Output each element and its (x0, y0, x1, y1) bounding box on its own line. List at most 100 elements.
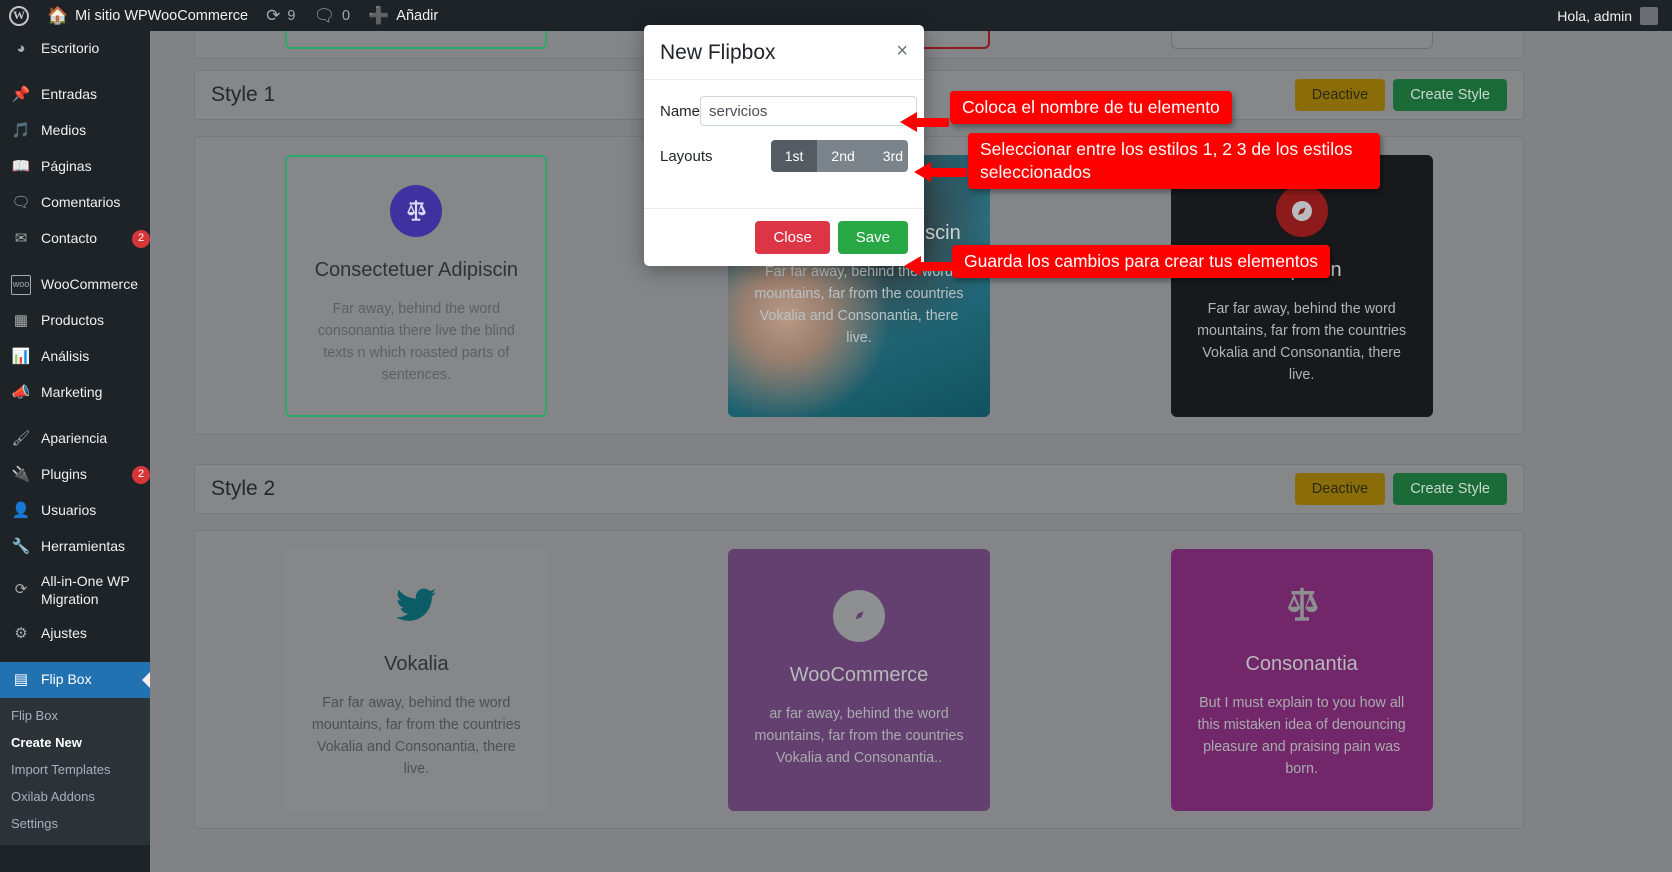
flipbox-card-5[interactable]: WooCommerce ar far away, behind the word… (727, 548, 990, 811)
sidebar-item-label: Medios (41, 122, 87, 139)
submenu-item-flip-box[interactable]: Flip Box (0, 702, 150, 729)
flipbox-card-3[interactable]: Adipiscin Far far away, behind the word … (1170, 154, 1433, 417)
updates-menu[interactable]: ⟳ 9 (257, 0, 304, 31)
style-2-header: Style 2 Deactive Create Style (194, 464, 1524, 514)
close-icon[interactable]: × (896, 41, 908, 61)
annotation-arrow-layouts (914, 162, 967, 184)
sidebar-item-label: Herramientas (41, 538, 126, 555)
brush-icon: 🖌 (11, 429, 31, 447)
updates-count: 9 (287, 7, 296, 24)
card-text: Far away, behind the word consonantia th… (317, 300, 515, 384)
home-icon: 🏠 (47, 6, 69, 25)
sidebar-item-paginas[interactable]: 📖 Páginas (0, 149, 150, 185)
site-name-label: Mi sitio WPWooCommerce (75, 7, 249, 24)
flip-box-submenu: Flip Box Create New Import Templates Oxi… (0, 698, 150, 845)
submenu-item-import-templates[interactable]: Import Templates (0, 756, 150, 783)
name-row: Name (660, 96, 918, 126)
sidebar-item-marketing[interactable]: 📣 Marketing (0, 375, 150, 411)
sidebar-item-all-in-one-wp-migration[interactable]: ⟳ All-in-One WP Migration (0, 565, 150, 616)
page-title: Style 1 (211, 83, 276, 106)
menu-separator (0, 411, 150, 421)
sidebar-item-label: Análisis (41, 348, 90, 365)
sidebar-item-plugins[interactable]: 🔌 Plugins 2 (0, 457, 150, 493)
comments-count: 0 (342, 7, 351, 24)
create-style-button-style-2[interactable]: Create Style (1393, 473, 1507, 505)
sidebar-item-label: Plugins (41, 466, 87, 483)
annotation-arrow-save (904, 256, 953, 278)
layout-option-2nd[interactable]: 2nd (817, 140, 869, 172)
compass-icon (832, 589, 885, 642)
card-text: ar far away, behind the word mountains, … (754, 705, 964, 767)
sidebar-item-label: Ajustes (41, 625, 87, 642)
collapse-menu-button[interactable]: ◀ Cerrar menú (0, 865, 150, 872)
sidebar-item-label: Entradas (41, 86, 98, 103)
flipbox-card-1[interactable]: Consectetuer Adipiscin Far away, behind … (285, 154, 548, 417)
create-style-button-style-1[interactable]: Create Style (1393, 79, 1507, 111)
sidebar-item-entradas[interactable]: 📌 Entradas (0, 77, 150, 113)
new-content-label: Añadir (396, 7, 439, 24)
pin-icon: 📌 (11, 85, 31, 103)
updates-icon: ⟳ (266, 6, 281, 25)
avatar (1640, 6, 1658, 25)
menu-separator (0, 67, 150, 77)
sidebar-item-flip-box[interactable]: ▤ Flip Box (0, 662, 150, 698)
mail-icon: ✉ (14, 229, 28, 247)
card-title: Vokalia (384, 652, 449, 675)
sidebar-item-analisis[interactable]: 📊 Análisis (0, 339, 150, 375)
menu-separator (0, 652, 150, 662)
card-partial[interactable] (285, 31, 548, 49)
sidebar-item-productos[interactable]: ▦ Productos (0, 303, 150, 339)
site-name-menu[interactable]: 🏠 Mi sitio WPWooCommerce (38, 0, 257, 31)
flipbox-card-6[interactable]: Consonantia But I must explain to you ho… (1170, 548, 1433, 811)
sidebar-item-label: Escritorio (41, 40, 100, 57)
sidebar-item-ajustes[interactable]: ⚙ Ajustes (0, 616, 150, 652)
deactive-button-style-2[interactable]: Deactive (1294, 473, 1386, 505)
sidebar-item-usuarios[interactable]: 👤 Usuarios (0, 493, 150, 529)
sidebar-item-apariencia[interactable]: 🖌 Apariencia (0, 421, 150, 457)
balance-scale-icon (1276, 579, 1328, 631)
sidebar-item-label: WooCommerce (41, 276, 138, 293)
sidebar-item-label: Usuarios (41, 502, 97, 519)
sidebar-item-label: All-in-One WP Migration (41, 573, 130, 607)
twitter-icon (390, 579, 442, 631)
close-button[interactable]: Close (755, 221, 830, 254)
sidebar-item-label: Páginas (41, 158, 92, 175)
pages-icon: 📖 (11, 157, 31, 175)
status-badge: 2 (132, 466, 150, 484)
submenu-item-create-new[interactable]: Create New (0, 729, 150, 756)
flipbox-card-4[interactable]: Vokalia Far far away, behind the word mo… (285, 548, 548, 811)
card-title: Consectetuer Adipiscin (314, 258, 519, 281)
annotation-layouts: Seleccionar entre los estilos 1, 2 3 de … (968, 133, 1380, 190)
layout-option-3rd[interactable]: 3rd (868, 140, 908, 172)
modal-footer: Close Save (644, 208, 924, 266)
new-content-menu[interactable]: ➕ Añadir (359, 0, 447, 31)
name-input[interactable] (700, 96, 918, 126)
card-partial[interactable] (1170, 31, 1433, 49)
save-button[interactable]: Save (837, 221, 908, 254)
card-text: But I must explain to you how all this m… (1197, 694, 1406, 778)
wordpress-logo-icon: W (9, 5, 29, 26)
comments-menu[interactable]: 🗨 0 (304, 0, 359, 31)
compass-icon (1275, 184, 1328, 237)
sidebar-item-contacto[interactable]: ✉ Contacto 2 (0, 221, 150, 257)
annotation-arrow-name (900, 112, 949, 134)
dashboard-icon: ◕ (16, 39, 26, 57)
wrench-icon: 🔧 (11, 537, 31, 555)
sidebar-item-escritorio[interactable]: ◕ Escritorio (0, 31, 150, 67)
sidebar-item-medios[interactable]: 🎵 Medios (0, 113, 150, 149)
submenu-item-settings[interactable]: Settings (0, 810, 150, 837)
layout-option-1st[interactable]: 1st (770, 140, 818, 172)
sidebar-item-herramientas[interactable]: 🔧 Herramientas (0, 529, 150, 565)
sidebar-item-label: Productos (41, 312, 105, 329)
sidebar-item-comentarios[interactable]: 🗨 Comentarios (0, 185, 150, 221)
deactive-button-style-1[interactable]: Deactive (1294, 79, 1386, 111)
my-account-menu[interactable]: Hola, admin (1548, 0, 1672, 31)
menu-separator (0, 257, 150, 267)
sidebar-item-label: Marketing (41, 384, 103, 401)
wp-logo-menu[interactable]: W (0, 0, 38, 31)
layouts-row: Layouts 1st 2nd 3rd (660, 140, 908, 172)
sidebar-item-woocommerce[interactable]: woo WooCommerce (0, 267, 150, 303)
submenu-item-oxilab-addons[interactable]: Oxilab Addons (0, 783, 150, 810)
new-flipbox-modal: New Flipbox × Name Layouts 1st 2nd 3rd C… (644, 25, 924, 266)
admin-sidebar: ◕ Escritorio 📌 Entradas 🎵 Medios 📖 Págin… (0, 31, 150, 872)
